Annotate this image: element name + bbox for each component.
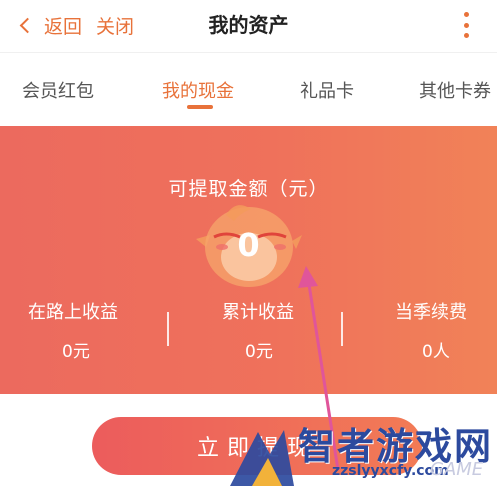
withdrawable-amount: 0 xyxy=(237,226,260,264)
stat-value-renewal: 0人 xyxy=(422,342,450,362)
stat-label-renewal: 当季续费 xyxy=(395,302,467,323)
tab-other-coupons[interactable]: 其他卡券 xyxy=(419,77,491,103)
watermark-tag: GAME xyxy=(430,459,484,480)
stat-divider xyxy=(167,312,169,346)
tab-member-redpacket[interactable]: 会员红包 xyxy=(22,77,94,103)
top-bar: 返回 关闭 我的资产 xyxy=(0,0,497,50)
page-title: 我的资产 xyxy=(208,13,289,37)
active-tab-indicator xyxy=(187,105,213,109)
stat-value-total: 0元 xyxy=(245,342,273,362)
stat-value-in-transit: 0元 xyxy=(62,342,90,362)
asset-tabs: 会员红包 我的现金 礼品卡 其他卡券 xyxy=(0,52,497,127)
stat-label-total: 累计收益 xyxy=(222,302,294,323)
stat-divider xyxy=(341,312,343,346)
stat-label-in-transit: 在路上收益 xyxy=(28,302,118,323)
tab-my-cash[interactable]: 我的现金 xyxy=(162,77,234,103)
tab-gift-card[interactable]: 礼品卡 xyxy=(300,77,354,103)
more-vertical-icon[interactable] xyxy=(463,12,469,38)
